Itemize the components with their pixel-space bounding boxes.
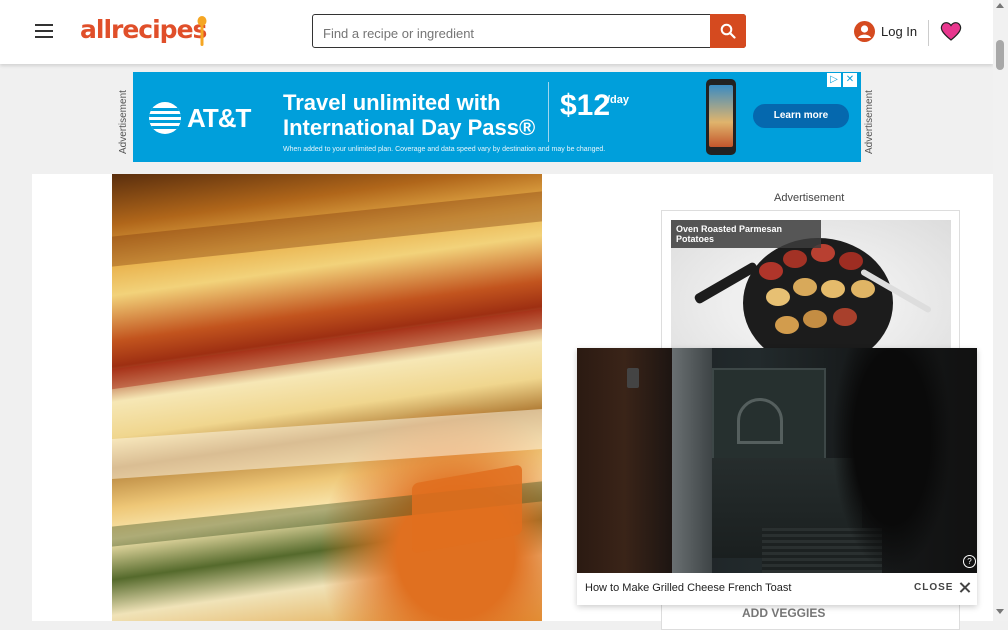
ad-divider (548, 82, 549, 142)
site-logo[interactable]: allrecipes (80, 15, 207, 44)
scroll-up-arrow-icon[interactable] (996, 3, 1004, 8)
ad-phone-image (706, 79, 736, 155)
search-button[interactable] (710, 14, 746, 48)
ad-price-unit: /day (607, 94, 630, 106)
ad-fine-print: When added to your unlimited plan. Cover… (283, 146, 606, 153)
ad-choices[interactable]: ▷ ✕ (827, 73, 857, 87)
ad-choices-icon[interactable]: ▷ (827, 73, 841, 87)
search-input[interactable] (321, 21, 705, 45)
rail-advertisement-label: Advertisement (774, 192, 845, 204)
search-icon (720, 23, 736, 39)
ad-headline: Travel unlimited with International Day … (283, 90, 535, 140)
rail-ad-title: Oven Roasted Parmesan Potatoes (671, 220, 821, 248)
header-divider (928, 20, 929, 46)
recipe-photo[interactable] (112, 174, 542, 621)
att-brand: AT&T (187, 102, 251, 133)
video-frame[interactable]: ? (577, 348, 977, 573)
video-help-icon[interactable]: ? (963, 555, 976, 568)
scroll-down-arrow-icon[interactable] (996, 609, 1004, 614)
att-logo: AT&T (149, 102, 251, 134)
video-title: How to Make Grilled Cheese French Toast (585, 582, 792, 594)
top-banner-ad[interactable]: AT&T Travel unlimited with International… (133, 72, 861, 162)
ad-learn-more-button[interactable]: Learn more (753, 104, 849, 128)
spoon-icon (197, 16, 207, 46)
menu-icon[interactable] (35, 24, 53, 38)
heart-icon[interactable] (940, 21, 962, 41)
user-icon (854, 21, 875, 42)
rail-ad-image[interactable]: Oven Roasted Parmesan Potatoes (671, 220, 951, 360)
search-bar (312, 14, 746, 48)
rail-next-label: ADD VEGGIES (742, 606, 826, 620)
video-close-label: CLOSE (914, 582, 954, 593)
ad-headline-line2: International Day Pass® (283, 115, 536, 140)
site-header: allrecipes Log In (0, 0, 993, 64)
close-icon[interactable] (959, 582, 970, 593)
floating-video-player[interactable]: ? How to Make Grilled Cheese French Toas… (577, 348, 977, 605)
scroll-thumb[interactable] (996, 40, 1004, 70)
page-scrollbar[interactable] (993, 0, 1008, 621)
advertisement-label-right: Advertisement (864, 90, 875, 154)
video-close-button[interactable]: CLOSE (914, 582, 970, 593)
ad-price: $12 (560, 89, 611, 122)
att-globe-icon (149, 102, 181, 134)
login-label: Log In (881, 24, 918, 39)
ad-close-icon[interactable]: ✕ (843, 73, 857, 87)
ad-headline-line1: Travel unlimited with (283, 90, 501, 115)
advertisement-label-left: Advertisement (118, 90, 129, 154)
login-button[interactable]: Log In (854, 21, 917, 42)
